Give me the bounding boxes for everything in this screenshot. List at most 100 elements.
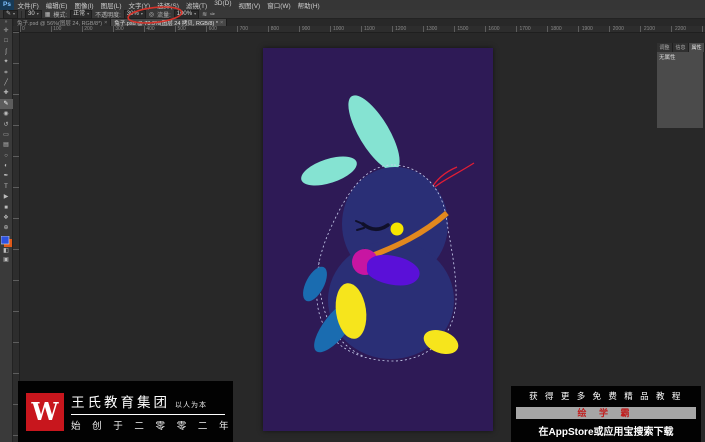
flow-value: 100%	[176, 11, 193, 17]
ruler-number: 1500	[457, 26, 469, 32]
ruler-number: 1300	[426, 26, 438, 32]
brush-tool-icon: ✎	[6, 11, 12, 17]
tool-zoom[interactable]: ⊕	[0, 223, 13, 233]
menu-item[interactable]: 文字(Y)	[125, 0, 154, 10]
mode-dropdown[interactable]: 正常 ▾	[70, 9, 93, 19]
tool-eraser[interactable]: ▭	[0, 130, 13, 140]
menu-item[interactable]: 图层(L)	[97, 0, 125, 10]
quick-mask-icon[interactable]: ◧	[3, 247, 9, 256]
panel-tab[interactable]: 属性	[689, 43, 705, 52]
document-canvas[interactable]	[263, 48, 493, 431]
chevron-down-icon: ▾	[87, 11, 90, 16]
tool-eyedropper[interactable]: ╱	[0, 78, 13, 88]
mode-label: 模式:	[53, 12, 68, 19]
flow-label: 流量:	[157, 12, 171, 19]
menu-item[interactable]: 选择(S)	[154, 0, 183, 10]
divider	[71, 414, 225, 415]
tool-clone-stamp[interactable]: ◉	[0, 109, 13, 119]
tool-blur[interactable]: ○	[0, 151, 13, 161]
ruler-number: 800	[270, 26, 280, 32]
menu-item[interactable]: 编辑(E)	[42, 0, 71, 10]
ruler-number: 1700	[519, 26, 531, 32]
foreground-color-swatch[interactable]	[0, 235, 9, 245]
brand-text: 王氏教育集团 以人为本 始 创 于 二 零 零 二 年	[71, 391, 233, 432]
horizontal-ruler: 0 100 200 300 400 500 600 700 800 900 1000 1100 1200…	[20, 26, 705, 33]
tool-crop[interactable]: ⌗	[0, 68, 13, 78]
properties-panel: 无属性	[657, 50, 703, 128]
tool-gradient[interactable]: ▤	[0, 140, 13, 150]
ruler-number: 600	[208, 26, 217, 32]
ruler-number: 700	[239, 26, 248, 32]
opacity-dropdown[interactable]: 30% ▾	[123, 9, 146, 19]
photoshop-window: Ps 文件(F) 编辑(E) 图像(I) 图层(L) 文字(Y) 选择(S) 滤镜(T) 3D…	[0, 0, 705, 442]
tool-preset-picker[interactable]: ✎ ▾	[3, 9, 19, 19]
watermark-right: 获 得 更 多 免 费 精 品 教 程 绘 学 霸 在AppStore或应用宝搜…	[511, 386, 701, 442]
pressure-opacity-icon[interactable]: ◎	[149, 11, 154, 18]
ruler-number: 2100	[643, 26, 655, 32]
opacity-value: 30%	[126, 11, 139, 17]
tool-healing-brush[interactable]: ✚	[0, 88, 13, 98]
document-tab-title: 兔子.psd @ 56%(图层 24, RGB/8*)	[17, 20, 103, 27]
menu-item[interactable]: 滤镜(T)	[182, 0, 210, 10]
ruler-number: 400	[146, 26, 155, 32]
app-name-badge: 绘 学 霸	[516, 406, 696, 419]
color-swatches[interactable]	[0, 235, 12, 247]
tool-move[interactable]: ✛	[0, 26, 13, 36]
close-icon[interactable]: ×	[220, 20, 223, 26]
ruler-number: 200	[84, 26, 93, 32]
mode-value: 正常	[73, 11, 86, 17]
brush-size-picker[interactable]: 30 ▾	[25, 9, 42, 19]
document-tab-title: 兔子.psd @ 73.3%(图层 24 拷贝, RGB/8) *	[114, 20, 218, 27]
menu-item[interactable]: 窗口(W)	[264, 0, 294, 10]
tool-quick-select[interactable]: ✦	[0, 57, 13, 67]
tool-list: ✛ □ ʃ ✦ ⌗ ╱ ✚ ✎ ◉ ↺ ▭ ▤ ○ ◐ ✒ T ▶ ■ ❖ ⊕	[0, 26, 13, 234]
tool-pen[interactable]: ✒	[0, 171, 13, 181]
opacity-label: 不透明度:	[95, 12, 121, 19]
brand-subtitle: 始 创 于 二 零 零 二 年	[71, 421, 233, 432]
ruler-number: 2200	[674, 26, 687, 32]
menu-item[interactable]: 帮助(H)	[294, 0, 323, 10]
tool-history-brush[interactable]: ↺	[0, 120, 13, 130]
pressure-size-icon[interactable]: ✑	[210, 11, 215, 18]
document-tab-1[interactable]: 兔子.psd @ 56%(图层 24, RGB/8*) ×	[14, 19, 112, 27]
flow-dropdown[interactable]: 100% ▾	[173, 9, 200, 19]
tool-marquee[interactable]: □	[0, 36, 13, 46]
panel-tab[interactable]: 调整	[657, 43, 674, 52]
promo-line2: 在AppStore或应用宝搜索下载	[538, 427, 674, 438]
ruler-number: 300	[115, 26, 124, 32]
ruler-number: 1900	[581, 26, 593, 32]
menu-item[interactable]: 视图(V)	[235, 0, 264, 10]
ruler-number: 1800	[550, 26, 562, 32]
tool-hand[interactable]: ❖	[0, 213, 13, 223]
brand-tagline: 以人为本	[175, 402, 207, 409]
tool-brush[interactable]: ✎	[0, 98, 13, 110]
chevron-down-icon: ▾	[140, 11, 143, 16]
screen-mode-icon[interactable]: ▣	[3, 256, 9, 265]
ruler-number: 100	[53, 26, 62, 32]
menu-item[interactable]: 文件(F)	[14, 0, 42, 10]
document-tab-bar: 兔子.psd @ 56%(图层 24, RGB/8*) × 兔子.psd @ 7…	[14, 19, 228, 27]
airbrush-icon[interactable]: ≋	[202, 11, 207, 18]
options-bar: ✎ ▾ 30 ▾ ▦ 模式: 正常 ▾ 不透明度: 30% ▾ ◎ 流量: 10…	[0, 9, 705, 19]
tool-path-select[interactable]: ▶	[0, 192, 13, 202]
brush-panel-toggle-icon[interactable]: ▦	[45, 11, 51, 18]
tool-lasso[interactable]: ʃ	[0, 47, 13, 57]
menu-item[interactable]: 3D(D)	[211, 0, 235, 10]
separator	[21, 10, 23, 18]
panel-tab[interactable]: 信息	[673, 43, 690, 52]
promo-line1: 获 得 更 多 免 费 精 品 教 程	[529, 391, 683, 401]
watermark-left: W 王氏教育集团 以人为本 始 创 于 二 零 零 二 年	[18, 381, 233, 442]
document-tab-2[interactable]: 兔子.psd @ 73.3%(图层 24 拷贝, RGB/8) * ×	[111, 19, 228, 27]
tool-type[interactable]: T	[0, 182, 13, 192]
ruler-number: 2000	[612, 26, 624, 32]
close-icon[interactable]: ×	[104, 20, 107, 26]
toolbar-collapse-icon[interactable]: »	[5, 19, 8, 26]
menu-item[interactable]: 图像(I)	[71, 0, 97, 10]
canvas-svg[interactable]	[263, 48, 493, 431]
chevron-down-icon: ▾	[36, 11, 39, 16]
brush-size-value: 30	[28, 11, 35, 17]
ps-logo: Ps	[0, 0, 14, 10]
tool-dodge[interactable]: ◐	[0, 161, 13, 171]
chevron-down-icon: ▾	[13, 11, 16, 16]
tool-shape[interactable]: ■	[0, 203, 13, 213]
